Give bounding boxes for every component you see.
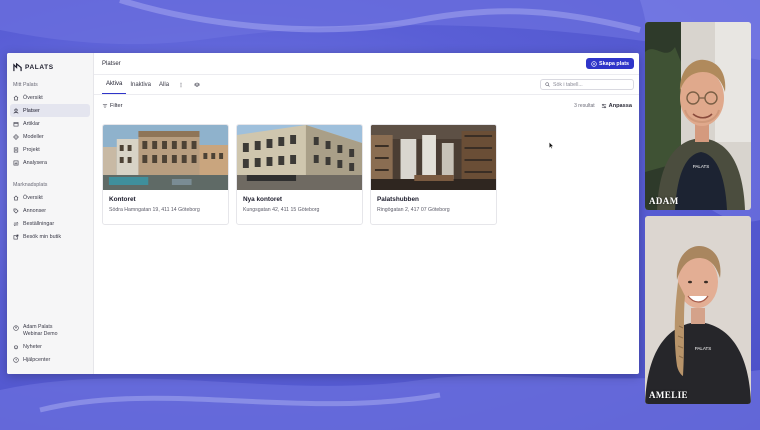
sidebar-item-label: Hjälpcenter: [23, 356, 51, 363]
create-place-label: Skapa plats: [599, 60, 629, 67]
place-photo: [237, 125, 362, 190]
sidebar-item-label: Projekt: [23, 146, 40, 153]
place-name: Kontoret: [109, 196, 136, 203]
customize-button[interactable]: Anpassa: [601, 103, 632, 109]
place-name: Nya kontoret: [243, 196, 283, 203]
filter-label: Filter: [110, 102, 123, 109]
tab-alla[interactable]: Alla: [155, 75, 173, 94]
swap-icon: [13, 221, 19, 226]
external-link-icon: [13, 234, 19, 239]
section-label-mitt-palats: Mitt Palats: [13, 82, 38, 88]
customize-label: Anpassa: [608, 102, 632, 109]
page-header: Platser Skapa plats: [94, 53, 639, 75]
sidebar-item-label: Besök min butik: [23, 233, 62, 240]
sidebar-item-oversikt[interactable]: Översikt: [10, 91, 90, 104]
sidebar-item-label: Översikt: [23, 94, 43, 101]
place-card-palatshubben[interactable]: Palatshubben Ringögatan 2, 417 07 Götebo…: [370, 124, 497, 225]
tabs-bar: Aktiva Inaktiva Alla: [94, 75, 639, 95]
sidebar-item-label: Översikt: [23, 194, 43, 201]
sidebar-item-label: Modeller: [23, 133, 44, 140]
sidebar-item-artiklar[interactable]: Artiklar: [10, 117, 90, 130]
place-card-kontoret[interactable]: Kontoret Södra Hamngatan 19, 411 14 Göte…: [102, 124, 229, 225]
place-address: Kungsgatan 42, 411 15 Göteborg: [243, 207, 320, 213]
svg-text:PALATS: PALATS: [693, 164, 710, 169]
place-address: Södra Hamngatan 19, 411 14 Göteborg: [109, 207, 200, 213]
more-vertical-icon: [180, 82, 182, 87]
search-field[interactable]: [540, 79, 634, 90]
home-icon: [13, 94, 19, 100]
search-input[interactable]: [553, 81, 629, 88]
filter-bar: Filter 3 resultat Anpassa: [94, 95, 639, 116]
sidebar-item-modeller[interactable]: Modeller: [10, 130, 90, 143]
section-label-marknadsplats: Marknadsplats: [13, 182, 48, 188]
palats-logo-icon: [13, 62, 22, 71]
sidebar-item-hjalpcenter[interactable]: Hjälpcenter: [10, 353, 90, 366]
sidebar-item-bestallningar[interactable]: Beställningar: [10, 217, 90, 230]
svg-text:PALATS: PALATS: [695, 346, 712, 351]
file-icon: [13, 147, 19, 152]
sidebar-item-label: Artiklar: [23, 120, 40, 127]
account-org: Webinar Demo: [23, 331, 58, 337]
home-icon: [13, 194, 19, 200]
status-tabs: Aktiva Inaktiva Alla: [102, 75, 205, 94]
more-options-button[interactable]: [173, 75, 189, 94]
create-place-button[interactable]: Skapa plats: [586, 58, 634, 69]
video-tile-adam[interactable]: PALATS ADAM: [645, 22, 751, 210]
video-tile-amelie[interactable]: PALATS AMELIE: [645, 216, 751, 404]
user-pin-icon: [13, 108, 19, 114]
mouse-cursor-icon: [549, 142, 554, 149]
sidebar-item-besok-min-butik[interactable]: Besök min butik: [10, 230, 90, 243]
sidebar-item-label: Platser: [23, 107, 40, 114]
sidebar-item-marknad-oversikt[interactable]: Översikt: [10, 191, 90, 204]
plus-circle-icon: [591, 60, 597, 67]
main-content: Platser Skapa plats Aktiva Inaktiva Alla: [94, 53, 639, 374]
place-address: Ringögatan 2, 417 07 Göteborg: [377, 207, 450, 213]
filter-icon: [102, 103, 108, 108]
layers-button[interactable]: [189, 75, 205, 94]
sidebar-item-label: Annonser: [23, 207, 47, 214]
sidebar-item-analysera[interactable]: Analysera: [10, 156, 90, 169]
sidebar-item-label: Beställningar: [23, 220, 55, 227]
participant-video: PALATS: [645, 216, 751, 404]
account-menu[interactable]: Adam Palats Webinar Demo: [10, 324, 90, 338]
result-count: 3 resultat: [574, 102, 595, 109]
sidebar-item-nyheter[interactable]: Nyheter: [10, 340, 90, 353]
place-photo: [103, 125, 228, 190]
tag-icon: [13, 208, 19, 214]
sidebar-item-projekt[interactable]: Projekt: [10, 143, 90, 156]
sidebar-item-platser[interactable]: Platser: [10, 104, 90, 117]
sidebar-item-annonser[interactable]: Annonser: [10, 204, 90, 217]
box-icon: [13, 121, 19, 126]
brand-name: PALATS: [25, 63, 54, 71]
participant-name: AMELIE: [649, 390, 688, 400]
sidebar-item-label: Analysera: [23, 159, 47, 166]
brand-logo[interactable]: PALATS: [7, 61, 93, 73]
places-grid: Kontoret Södra Hamngatan 19, 411 14 Göte…: [94, 116, 639, 225]
sidebar-footer: Adam Palats Webinar Demo Nyheter Hjälpce…: [7, 324, 93, 366]
diamond-icon: [13, 133, 19, 140]
help-icon: [13, 356, 19, 363]
view-tools: 3 resultat Anpassa: [574, 103, 632, 109]
place-photo: [371, 125, 496, 190]
layers-icon: [194, 82, 201, 87]
participant-video: PALATS: [645, 22, 751, 210]
sidebar: PALATS Mitt Palats Översikt Platser Arti…: [7, 53, 94, 374]
tab-inaktiva[interactable]: Inaktiva: [126, 75, 155, 94]
tab-aktiva[interactable]: Aktiva: [102, 75, 127, 94]
place-card-nya-kontoret[interactable]: Nya kontoret Kungsgatan 42, 411 15 Göteb…: [236, 124, 363, 225]
place-name: Palatshubben: [377, 196, 419, 203]
sidebar-item-label: Nyheter: [23, 343, 42, 350]
page-title: Platser: [102, 60, 121, 67]
filter-button[interactable]: Filter: [102, 103, 122, 109]
chart-icon: [13, 160, 19, 165]
sliders-icon: [601, 103, 606, 108]
bell-icon: [14, 345, 18, 349]
app-window: PALATS Mitt Palats Översikt Platser Arti…: [7, 53, 639, 374]
search-icon: [545, 82, 550, 87]
user-circle-icon: [13, 325, 19, 331]
account-name: Adam Palats: [23, 324, 53, 330]
participant-name: ADAM: [649, 196, 679, 206]
